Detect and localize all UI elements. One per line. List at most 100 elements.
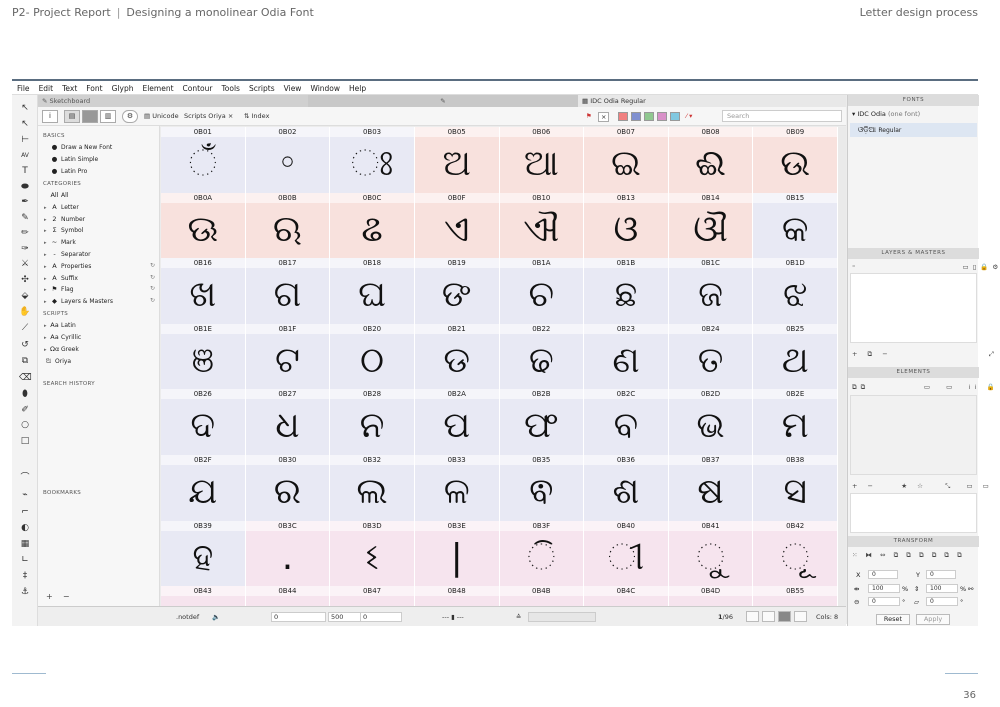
glyph-cell[interactable]: 0B26 ଦ bbox=[161, 389, 246, 455]
glyph-cell[interactable]: 0B4B bbox=[499, 586, 585, 606]
script-oriya[interactable]: ଅ Oriya bbox=[44, 357, 71, 366]
eraser-icon[interactable]: ⬬ bbox=[19, 182, 31, 193]
glyph-cell[interactable]: 0B25 ଥ bbox=[753, 323, 838, 390]
contour-select-icon[interactable]: ↖ bbox=[19, 119, 31, 130]
text-icon[interactable]: T bbox=[19, 166, 31, 177]
remove-bookmark-button[interactable]: − bbox=[63, 592, 70, 601]
category-letter[interactable]: ▸ A Letter bbox=[44, 203, 79, 211]
menu-contour[interactable]: Contour bbox=[178, 81, 217, 93]
menu-help[interactable]: Help bbox=[344, 81, 370, 93]
zoom-small-icon[interactable] bbox=[746, 611, 759, 622]
glyph-cell[interactable]: 0B1D ଝ bbox=[753, 258, 838, 324]
glyph-cell[interactable]: 0B40ୀ bbox=[584, 520, 669, 587]
zoom-medium-icon[interactable] bbox=[762, 611, 775, 622]
glyph-cell[interactable]: 0B2F ଯ bbox=[161, 455, 246, 521]
basics-item-0[interactable]: ● Draw a New Font bbox=[50, 143, 113, 151]
glyph-cell[interactable]: 0B05 ଅ bbox=[414, 127, 500, 193]
reset-button[interactable]: Reset bbox=[876, 614, 910, 625]
glyph-cell[interactable]: 0B1B ଛ bbox=[584, 258, 669, 324]
link-scale-icon[interactable]: ⚯ bbox=[968, 585, 973, 593]
glyph-cell[interactable]: 0B03ଃ bbox=[330, 127, 415, 193]
category-number[interactable]: ▸ 2 Number bbox=[44, 215, 85, 223]
menu-edit[interactable]: Edit bbox=[34, 81, 58, 93]
glyph-cell[interactable]: 0B17 ଗ bbox=[245, 258, 331, 324]
glyph-note-field[interactable] bbox=[528, 612, 596, 622]
pointer-icon[interactable]: ↖ bbox=[19, 103, 31, 114]
no-color-icon[interactable]: ⁄ ▾ bbox=[686, 112, 692, 120]
glyph-cell[interactable]: 0B01ଁ bbox=[161, 127, 246, 193]
glyph-cell[interactable]: 0B1F ଟ bbox=[245, 323, 331, 390]
glyph-cell[interactable]: 0B42ୂ bbox=[753, 520, 838, 587]
refresh-icon[interactable]: ↻ bbox=[150, 285, 155, 292]
glyph-cell[interactable]: 0B43 bbox=[161, 586, 246, 606]
glyph-cell[interactable]: 0B15 କ bbox=[753, 192, 838, 259]
category-properties[interactable]: ▸ A Properties bbox=[44, 262, 91, 270]
glyph-cell[interactable]: 0B4C bbox=[584, 586, 669, 606]
glyph-cell[interactable]: 0B3D ଽ bbox=[330, 520, 415, 587]
pattern-icon[interactable]: ▦ bbox=[19, 539, 31, 550]
transform-tools[interactable]: ⁙ ⧓ ⇔ ⧉ ⧉ ⧉ ⧉ ⧉ ⧉ bbox=[852, 551, 965, 560]
glyph-cell[interactable]: 0B30 ର bbox=[245, 455, 331, 521]
glyph-cell[interactable]: 0B23 ଣ bbox=[584, 323, 669, 390]
refresh-icon[interactable]: ↻ bbox=[150, 297, 155, 304]
elements-toolbar[interactable]: ⧉⧉ ▭ ▭ ⁞⁞ 🔒 bbox=[852, 383, 999, 392]
glyph-cell[interactable]: 0B09 ଉ bbox=[753, 127, 838, 193]
menu-file[interactable]: File bbox=[12, 81, 34, 93]
glyph-cell[interactable]: 0B1E ଞ bbox=[161, 323, 246, 390]
spiral-icon[interactable]: ↺ bbox=[19, 340, 31, 351]
script-latin[interactable]: ▸ Aa Latin bbox=[44, 321, 76, 329]
glyph-cell[interactable]: 0B33 ଳ bbox=[414, 455, 500, 521]
glyph-cell[interactable]: 0B37 ଷ bbox=[668, 455, 754, 521]
glyph-cell[interactable]: 0B21 ଡ bbox=[414, 323, 500, 390]
font-row-regular[interactable]: ଓଡ଼ିଆ Regular bbox=[850, 123, 977, 137]
bezier-icon[interactable]: ✑ bbox=[19, 244, 31, 255]
zoom-xlarge-icon[interactable] bbox=[794, 611, 807, 622]
scripts-filter[interactable]: Scripts Oriya × bbox=[184, 112, 233, 120]
tab-sketchboard[interactable]: ✎ Sketchboard bbox=[38, 95, 308, 107]
color-swatch-cyan[interactable] bbox=[670, 112, 680, 121]
glyph-cell[interactable]: 0B0F ଏ bbox=[414, 192, 500, 259]
menu-font[interactable]: Font bbox=[81, 81, 106, 93]
glyph-sound-icon[interactable]: 🔈 bbox=[212, 613, 220, 621]
node-icon[interactable]: ⌁ bbox=[19, 490, 31, 501]
color-swatch-pink[interactable] bbox=[657, 112, 667, 121]
glyph-cell[interactable]: 0B22 ଢ bbox=[499, 323, 585, 390]
angle-icon[interactable]: ∟ bbox=[19, 555, 31, 566]
glyph-cell[interactable]: 0B07 ଇ bbox=[584, 127, 669, 193]
color-swatch-red[interactable] bbox=[618, 112, 628, 121]
glyph-cell[interactable]: 0B02 ◦ bbox=[245, 127, 331, 193]
tab-middle[interactable]: ✎ bbox=[308, 95, 578, 107]
add-bookmark-button[interactable]: + bbox=[46, 592, 53, 601]
hand-icon[interactable]: ✋ bbox=[19, 307, 31, 318]
unicode-filter[interactable]: ▤ Unicode bbox=[144, 112, 179, 120]
info-button[interactable]: i bbox=[42, 110, 58, 123]
category-symbol[interactable]: ▸ Σ Symbol bbox=[44, 226, 83, 234]
baseline-icon[interactable]: ≙ bbox=[516, 613, 521, 621]
search-input[interactable]: Search bbox=[722, 110, 842, 122]
kerning-icon[interactable]: AV bbox=[19, 150, 31, 161]
basics-item-2[interactable]: ● Latin Pro bbox=[50, 167, 88, 175]
category-mark[interactable]: ▸ ~ Mark bbox=[44, 238, 76, 246]
glyph-cell[interactable]: 0B27 ଧ bbox=[245, 389, 331, 455]
anchor-icon[interactable]: ⚓ bbox=[19, 587, 31, 598]
left-sidebearing-field[interactable]: 0 bbox=[271, 612, 326, 622]
glyph-cell[interactable]: 0B48 bbox=[414, 586, 500, 606]
color-swatch-green[interactable] bbox=[644, 112, 654, 121]
clear-flag-icon[interactable]: × bbox=[598, 112, 610, 122]
glyph-cell[interactable]: 0B36 ଶ bbox=[584, 455, 669, 521]
glyph-cell[interactable]: 0B14 ଔ bbox=[668, 192, 754, 259]
element-properties[interactable] bbox=[850, 493, 977, 533]
skew-field[interactable]: 0 bbox=[926, 597, 958, 606]
contrast-icon[interactable]: ◐ bbox=[19, 523, 31, 534]
fill-icon[interactable]: ⬙ bbox=[19, 291, 31, 302]
glyph-cell[interactable]: 0B28 ନ bbox=[330, 389, 415, 455]
trash-icon[interactable]: ⌫ bbox=[19, 373, 32, 384]
glyph-cell[interactable]: 0B2D ଭ bbox=[668, 389, 754, 455]
category-layers-masters[interactable]: ▸ ◆ Layers & Masters bbox=[44, 297, 113, 305]
ellipse-icon[interactable]: ○ bbox=[19, 420, 31, 431]
sidebar-toggle-icon[interactable]: ▤ bbox=[64, 110, 80, 123]
metrics-icon[interactable]: ⊢ bbox=[19, 135, 31, 146]
glyph-cell[interactable]: 0B0C ଌ bbox=[330, 192, 415, 259]
category-separator[interactable]: ▸ - Separator bbox=[44, 250, 91, 258]
glyph-cell[interactable]: 0B55 bbox=[753, 586, 838, 606]
